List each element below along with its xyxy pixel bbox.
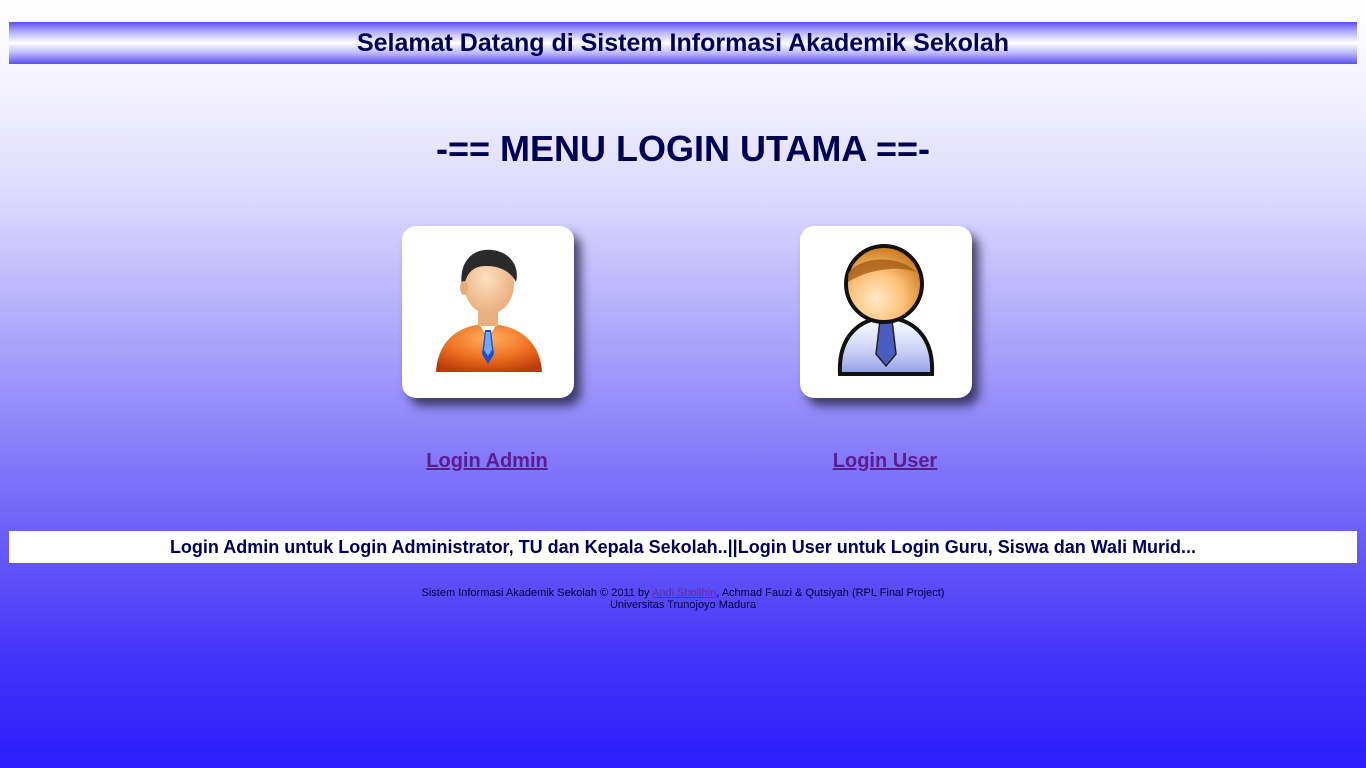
info-bar: Login Admin untuk Login Administrator, T… [9, 531, 1357, 563]
user-info-text: Login User untuk Login Guru, Siswa dan W… [737, 536, 1197, 557]
page-title: Selamat Datang di Sistem Informasi Akade… [356, 28, 1010, 57]
admin-user-icon [402, 226, 574, 398]
footer-credits: Sistem Informasi Akademik Sekolah © 2011… [0, 587, 1366, 599]
menu-title: -== MENU LOGIN UTAMA ==- [435, 128, 931, 169]
user-icon [800, 226, 972, 398]
footer-suffix: , Achmad Fauzi & Qutsiyah (RPL Final Pro… [716, 587, 945, 599]
info-separator: || [727, 536, 738, 557]
author-link[interactable]: Andi Sholihin [652, 587, 716, 599]
login-admin-card[interactable] [402, 226, 574, 398]
footer-prefix: Sistem Informasi Akademik Sekolah © 2011… [421, 587, 652, 599]
admin-info-text: Login Admin untuk Login Administrator, T… [169, 536, 728, 557]
login-user-link[interactable]: Login User [785, 450, 985, 473]
login-admin-link[interactable]: Login Admin [387, 450, 587, 473]
footer: Sistem Informasi Akademik Sekolah © 2011… [0, 587, 1366, 611]
footer-university: Universitas Trunojoyo Madura [609, 599, 757, 611]
login-user-card[interactable] [800, 226, 972, 398]
header-bar: Selamat Datang di Sistem Informasi Akade… [9, 22, 1357, 64]
